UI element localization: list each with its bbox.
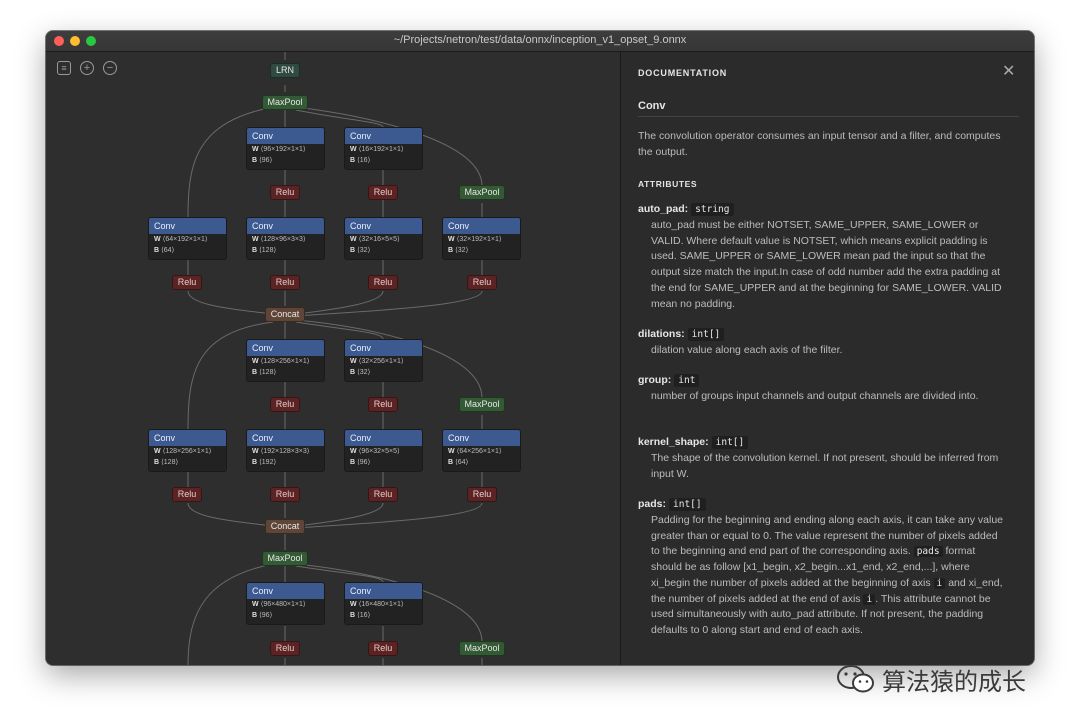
attribute-description: number of groups input channels and outp…: [651, 390, 979, 402]
node-maxpool[interactable]: MaxPool: [459, 397, 505, 412]
node-conv[interactable]: Conv W ⟨16×192×1×1⟩ B ⟨16⟩: [344, 127, 423, 170]
close-icon[interactable]: ✕: [1002, 61, 1015, 81]
node-maxpool[interactable]: MaxPool: [459, 641, 505, 656]
code-pads: pads: [913, 546, 943, 558]
conv-title: Conv: [247, 128, 324, 144]
node-relu[interactable]: Relu: [270, 487, 300, 502]
attribute-dilations: dilations: int[]: [638, 328, 725, 341]
graph-edges: [187, 52, 483, 665]
operator-description: The convolution operator consumes an inp…: [638, 130, 1001, 158]
attributes-heading: ATTRIBUTES: [638, 179, 698, 189]
watermark: 算法猿的成长: [836, 662, 1051, 696]
operator-name: Conv: [638, 100, 666, 112]
node-conv[interactable]: Conv W ⟨96×192×1×1⟩ B ⟨96⟩: [246, 127, 325, 170]
attribute-description: auto_pad must be either NOTSET, SAME_UPP…: [651, 219, 1002, 310]
node-conv[interactable]: Conv W ⟨64×192×1×1⟩ B ⟨64⟩: [148, 217, 227, 260]
zoom-in-icon[interactable]: +: [80, 61, 94, 75]
attribute-type: string: [691, 203, 734, 216]
watermark-text: 算法猿的成长: [882, 668, 1026, 696]
node-lrn[interactable]: LRN: [270, 63, 300, 78]
attribute-pads: pads: int[]: [638, 498, 706, 511]
attribute-description: Padding for the beginning and ending alo…: [651, 514, 1004, 636]
node-conv[interactable]: Conv W ⟨96×480×1×1⟩ B ⟨96⟩: [246, 582, 325, 625]
node-relu[interactable]: Relu: [368, 275, 398, 290]
graph-view[interactable]: ≡ + − LRN MaxPool Conv W ⟨96×192×1×1⟩ B ⟨9…: [46, 52, 620, 665]
node-conv[interactable]: Conv W ⟨16×480×1×1⟩ B ⟨16⟩: [344, 582, 423, 625]
node-concat[interactable]: Concat: [265, 519, 305, 534]
attribute-type: int[]: [687, 328, 725, 341]
node-relu[interactable]: Relu: [270, 641, 300, 656]
documentation-heading: DOCUMENTATION: [638, 68, 728, 78]
node-maxpool[interactable]: MaxPool: [262, 551, 308, 566]
attribute-type: int[]: [711, 436, 749, 449]
node-conv[interactable]: Conv W ⟨64×256×1×1⟩ B ⟨64⟩: [442, 429, 521, 472]
code-i: i: [933, 577, 946, 589]
zoom-out-icon[interactable]: −: [103, 61, 117, 75]
node-relu[interactable]: Relu: [368, 397, 398, 412]
node-conv[interactable]: Conv W ⟨128×256×1×1⟩ B ⟨128⟩: [246, 339, 325, 382]
attribute-type: int[]: [669, 498, 706, 511]
attribute-description: The shape of the convolution kernel. If …: [651, 452, 999, 480]
node-relu[interactable]: Relu: [467, 275, 497, 290]
title-bar: ~/Projects/netron/test/data/onnx/incepti…: [46, 31, 1034, 52]
attribute-type: int: [674, 374, 700, 387]
attribute-description: dilation value along each axis of the fi…: [651, 344, 843, 356]
node-conv[interactable]: Conv W ⟨32×192×1×1⟩ B ⟨32⟩: [442, 217, 521, 260]
node-relu[interactable]: Relu: [270, 185, 300, 200]
node-relu[interactable]: Relu: [467, 487, 497, 502]
documentation-panel: DOCUMENTATION ✕ Conv The convolution ope…: [621, 52, 1034, 665]
node-relu[interactable]: Relu: [172, 275, 202, 290]
node-relu[interactable]: Relu: [172, 487, 202, 502]
node-relu[interactable]: Relu: [368, 487, 398, 502]
divider: [638, 116, 1019, 117]
node-relu[interactable]: Relu: [368, 185, 398, 200]
conv-title: Conv: [345, 128, 422, 144]
node-conv[interactable]: Conv W ⟨96×32×5×5⟩ B ⟨96⟩: [344, 429, 423, 472]
node-relu[interactable]: Relu: [368, 641, 398, 656]
node-relu[interactable]: Relu: [270, 397, 300, 412]
node-conv[interactable]: Conv W ⟨192×128×3×3⟩ B ⟨192⟩: [246, 429, 325, 472]
node-maxpool[interactable]: MaxPool: [459, 185, 505, 200]
code-i: i: [863, 593, 876, 605]
menu-icon[interactable]: ≡: [57, 61, 71, 75]
node-relu[interactable]: Relu: [270, 275, 300, 290]
node-conv[interactable]: Conv W ⟨32×256×1×1⟩ B ⟨32⟩: [344, 339, 423, 382]
window-title: ~/Projects/netron/test/data/onnx/incepti…: [393, 34, 687, 46]
attribute-kernel-shape: kernel_shape: int[]: [638, 436, 749, 449]
node-concat[interactable]: Concat: [265, 307, 305, 322]
node-conv[interactable]: Conv W ⟨32×16×5×5⟩ B ⟨32⟩: [344, 217, 423, 260]
node-maxpool[interactable]: MaxPool: [262, 95, 308, 110]
app-window: ~/Projects/netron/test/data/onnx/incepti…: [46, 31, 1034, 665]
wechat-icon: [837, 665, 874, 693]
node-conv[interactable]: Conv W ⟨128×96×3×3⟩ B ⟨128⟩: [246, 217, 325, 260]
attribute-group: group: int: [638, 374, 700, 387]
node-conv[interactable]: Conv W ⟨128×256×1×1⟩ B ⟨128⟩: [148, 429, 227, 472]
attribute-auto-pad: auto_pad: string: [638, 203, 734, 216]
